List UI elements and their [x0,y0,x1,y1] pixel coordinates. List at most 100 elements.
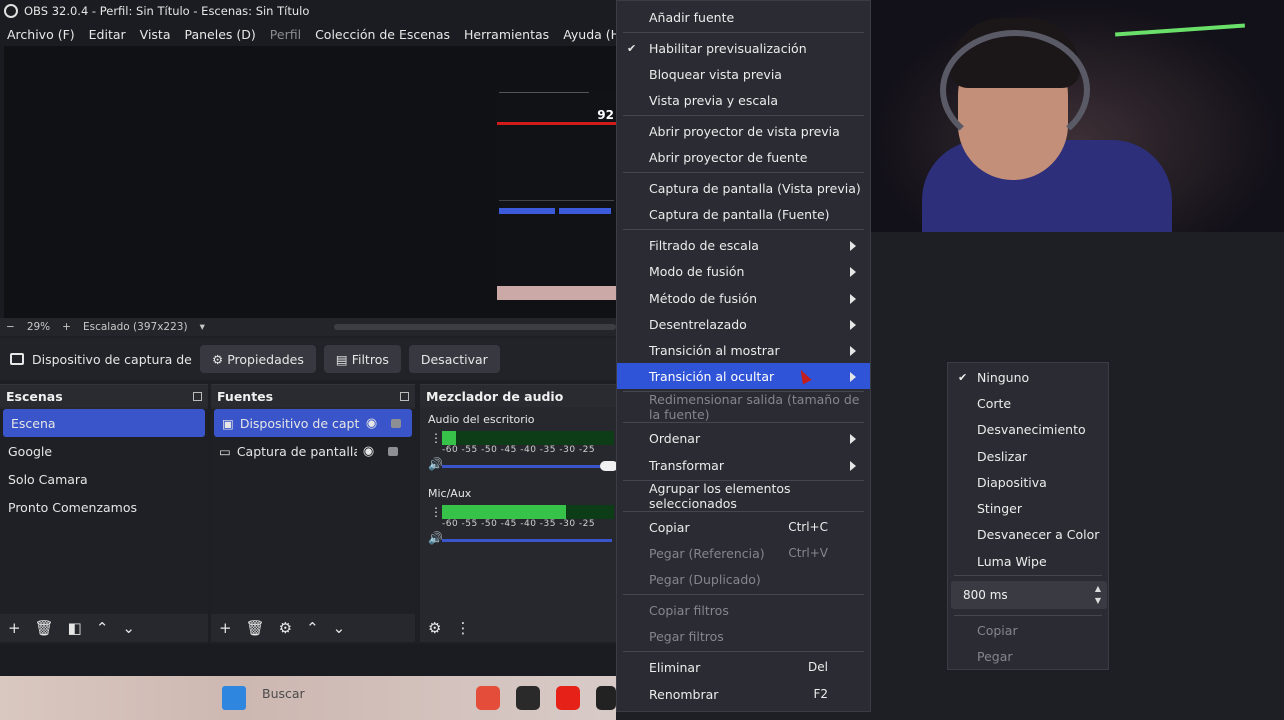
scene-item-google[interactable]: Google [0,437,208,465]
menu-archivo[interactable]: Archivo (F) [0,27,82,42]
channel-menu-icon[interactable]: ⋮ [430,431,442,445]
menu-item-preview-scale[interactable]: Vista previa y escala [617,87,870,113]
transition-option-ninguno[interactable]: ✔ Ninguno [948,364,1108,390]
youtube-icon[interactable] [556,686,580,710]
menu-paneles[interactable]: Paneles (D) [178,27,263,42]
menu-item-screenshot-preview[interactable]: Captura de pantalla (Vista previa) [617,175,870,201]
transition-copy[interactable]: Copiar [948,617,1108,643]
mixer-menu-icon[interactable]: ⋮ [455,619,470,637]
scenes-toolbar: + 🗑 ◧ ⌃ ⌄ [0,614,208,642]
menu-item-label: Modo de fusión [649,263,745,279]
move-down-icon[interactable]: ⌄ [122,619,135,637]
channel-menu-icon[interactable]: ⋮ [430,505,442,519]
transition-option-desvanecimiento[interactable]: Desvanecimiento [948,416,1108,442]
sources-title: Fuentes [217,388,274,404]
menu-item-screenshot-source[interactable]: Captura de pantalla (Fuente) [617,201,870,227]
menu-item-show-transition[interactable]: Transición al mostrar [617,337,870,363]
menu-separator [623,594,864,595]
spinner-arrows-icon[interactable]: ▲ ▼ [1095,583,1101,607]
menu-item-copy-filters[interactable]: Copiar filtros [617,597,870,623]
audio-mixer-dock: Mezclador de audio Audio del escritorio … [420,384,618,642]
menu-item-paste-reference[interactable]: Pegar (Referencia) Ctrl+V [617,540,870,566]
menu-vista[interactable]: Vista [133,27,178,42]
move-down-icon[interactable]: ⌄ [333,619,346,637]
horizontal-scrollbar[interactable] [334,324,616,330]
menu-item-preview-projector[interactable]: Abrir proyector de vista previa [617,118,870,144]
menu-item-group-selected[interactable]: Agrupar los elementos seleccionados [617,481,870,511]
menu-coleccion-escenas[interactable]: Colección de Escenas [308,27,457,42]
preview-area[interactable]: 92 [0,46,616,318]
windows-start-icon[interactable] [222,686,246,710]
add-source-icon[interactable]: + [219,619,232,637]
menu-item-rename[interactable]: Renombrar F2 [617,681,870,707]
add-scene-icon[interactable]: + [8,619,21,637]
menu-item-scale-filtering[interactable]: Filtrado de escala [617,232,870,258]
menu-item-hide-transition[interactable]: Transición al ocultar [617,363,870,389]
lock-icon[interactable] [391,418,402,428]
menu-item-deinterlacing[interactable]: Desentrelazado [617,311,870,337]
zoom-in-button[interactable]: + [56,321,77,333]
submenu-arrow-icon [850,434,856,444]
volume-slider[interactable] [442,461,618,471]
mixer-channel-mic: Mic/Aux ⋮ -60 -55 -50 -45 -40 -35 -30 -2… [420,483,616,557]
scenes-title: Escenas [6,388,63,404]
move-up-icon[interactable]: ⌃ [96,619,109,637]
scene-filters-icon[interactable]: ◧ [68,619,82,637]
scene-item-escena[interactable]: Escena [3,409,205,437]
remove-scene-icon[interactable]: 🗑 [35,619,54,637]
submenu-arrow-icon [850,320,856,330]
menu-item-add-source[interactable]: Añadir fuente [617,4,870,30]
menu-item-order[interactable]: Ordenar [617,425,870,451]
undock-icon[interactable] [400,391,409,401]
transition-paste[interactable]: Pegar [948,643,1108,669]
menu-item-lock-preview[interactable]: Bloquear vista previa [617,61,870,87]
menu-item-paste-duplicate[interactable]: Pegar (Duplicado) [617,566,870,592]
obs-taskbar-icon[interactable] [516,686,540,710]
move-up-icon[interactable]: ⌃ [306,619,319,637]
chrome-icon[interactable] [476,686,500,710]
menu-item-resize-output[interactable]: Redimensionar salida (tamaño de la fuent… [617,392,870,422]
menu-item-blend-method[interactable]: Método de fusión [617,285,870,311]
menu-item-copy[interactable]: Copiar Ctrl+C [617,514,870,540]
zoom-out-button[interactable]: − [0,321,21,333]
menu-item-blend-mode[interactable]: Modo de fusión [617,258,870,284]
source-item-screen-capture[interactable]: ▭ Captura de pantalla ◉ [211,437,415,465]
menu-item-paste-filters[interactable]: Pegar filtros [617,623,870,649]
speaker-icon[interactable]: 🔊 [428,457,443,471]
transition-option-luma-wipe[interactable]: Luma Wipe [948,548,1108,574]
transition-option-corte[interactable]: Corte [948,390,1108,416]
deactivate-button[interactable]: Desactivar [408,345,500,373]
source-item-capture-device[interactable]: ▣ Dispositivo de captur ◉ [214,409,412,437]
visibility-eye-icon[interactable]: ◉ [363,444,374,459]
menu-perfil[interactable]: Perfil [263,27,308,42]
remove-source-icon[interactable]: 🗑 [246,619,265,637]
advanced-audio-icon[interactable]: ⚙ [428,619,441,637]
menu-item-delete[interactable]: Eliminar Del [617,654,870,680]
undock-icon[interactable] [193,391,202,401]
source-label: Captura de pantalla [236,443,357,459]
source-settings-icon[interactable]: ⚙ [279,619,292,637]
epic-games-icon[interactable] [596,686,616,710]
menu-herramientas[interactable]: Herramientas [457,27,556,42]
scale-dropdown-icon[interactable]: ▾ [194,321,211,333]
menu-item-source-projector[interactable]: Abrir proyector de fuente [617,144,870,170]
transition-option-deslizar[interactable]: Deslizar [948,443,1108,469]
scene-item-pronto-comenzamos[interactable]: Pronto Comenzamos [0,493,208,521]
menu-item-transform[interactable]: Transformar [617,452,870,478]
volume-slider[interactable] [442,539,612,542]
visibility-eye-icon[interactable]: ◉ [366,416,377,431]
filters-button[interactable]: ▤ Filtros [323,345,401,373]
transition-option-fade-to-color[interactable]: Desvanecer a Color [948,521,1108,547]
speaker-icon[interactable]: 🔊 [428,531,443,545]
menu-editar[interactable]: Editar [82,27,133,42]
menu-item-label: Renombrar [649,686,719,702]
transition-option-diapositiva[interactable]: Diapositiva [948,469,1108,495]
transition-option-stinger[interactable]: Stinger [948,495,1108,521]
taskbar-search[interactable]: Buscar [262,686,305,701]
properties-button[interactable]: ⚙ Propiedades [200,345,316,373]
menu-item-enable-preview[interactable]: ✔ Habilitar previsualización [617,35,870,61]
scene-item-solo-camara[interactable]: Solo Camara [0,465,208,493]
transition-duration-input[interactable]: 800 ms ▲ ▼ [951,581,1107,609]
lock-icon[interactable] [388,446,399,456]
headset-icon [940,30,1090,150]
